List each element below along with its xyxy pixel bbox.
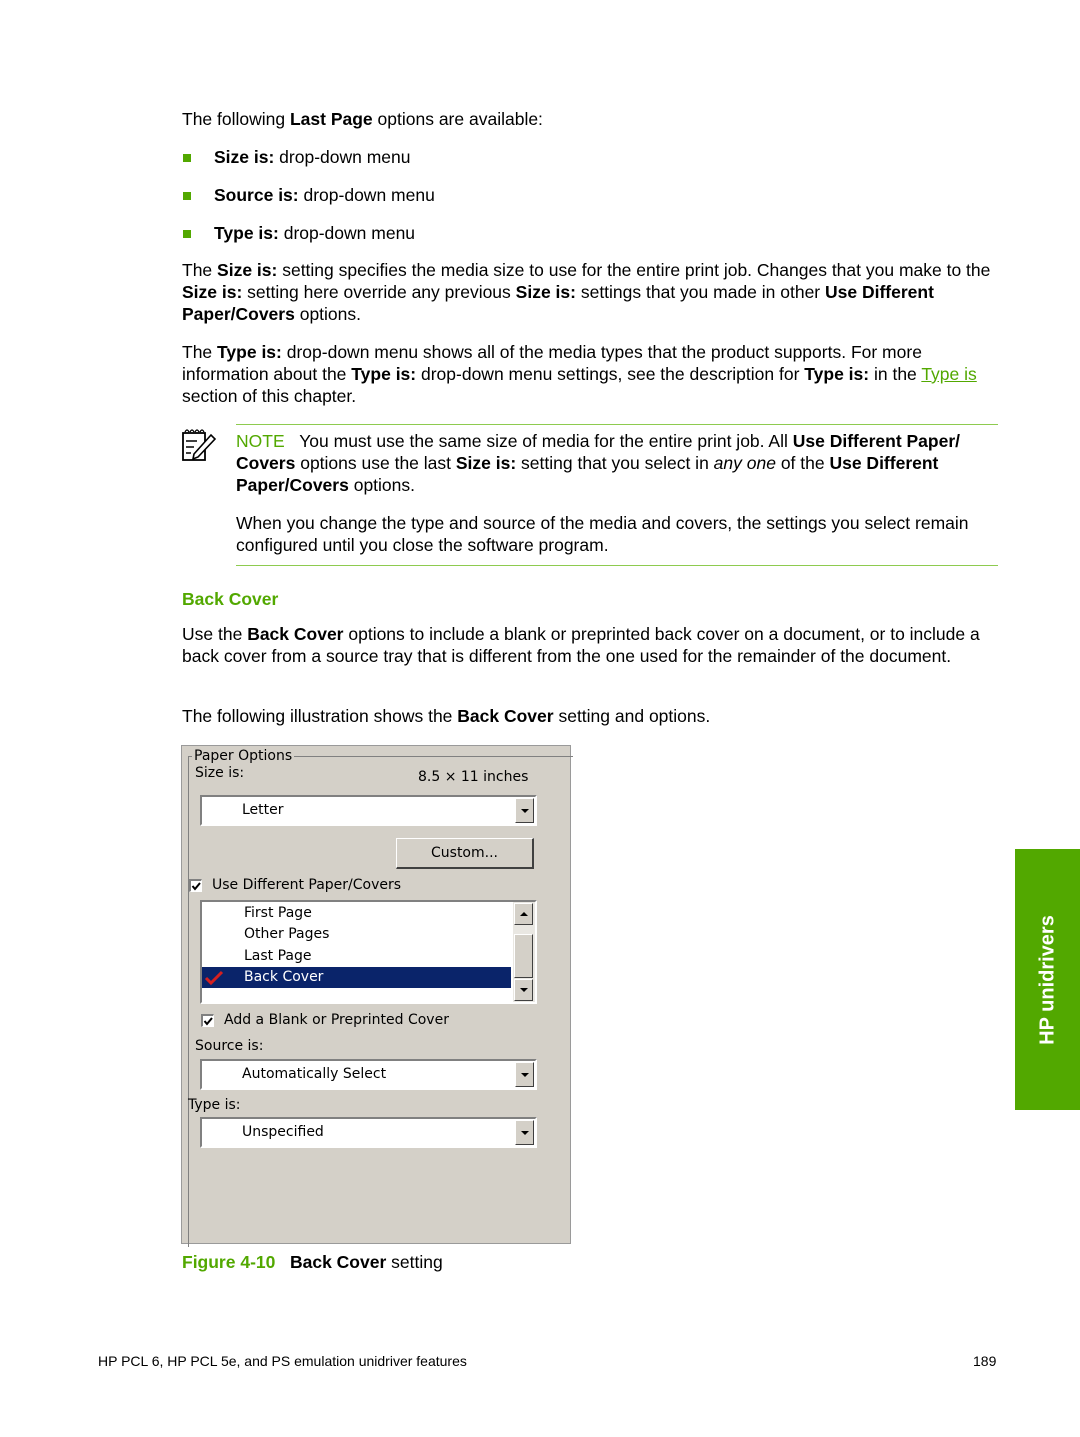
list-item: Size is: drop-down menu <box>214 147 411 167</box>
use-different-label: Use Different Paper/Covers <box>212 877 402 893</box>
size-paragraph: The Size is: setting specifies the media… <box>182 260 991 324</box>
page-number: 189 <box>973 1353 997 1369</box>
group-label: Paper Options <box>192 748 295 764</box>
type-label: Type is: <box>188 1097 241 1113</box>
note-second-paragraph: When you change the type and source of t… <box>236 513 969 555</box>
list-scrollbar[interactable] <box>513 902 535 1002</box>
chapter-side-tab: HP unidrivers <box>1015 849 1080 1110</box>
note-text: NOTE You must use the same size of media… <box>236 431 961 495</box>
list-item-last-page[interactable]: Last Page <box>202 946 511 967</box>
note-bottom-divider <box>236 565 998 566</box>
list-item-back-cover[interactable]: Back Cover <box>202 967 511 988</box>
scroll-thumb[interactable] <box>514 934 533 978</box>
custom-button[interactable]: Custom... <box>396 838 534 869</box>
figure-caption: Figure 4-10 Back Cover setting <box>182 1252 443 1272</box>
footer-title: HP PCL 6, HP PCL 5e, and PS emulation un… <box>98 1353 467 1369</box>
add-cover-label: Add a Blank or Preprinted Cover <box>224 1012 449 1028</box>
list-item: Type is: drop-down menu <box>214 223 416 243</box>
size-label: Size is: <box>195 765 245 781</box>
page-types-list[interactable]: First Page Other Pages Last Page Back Co… <box>200 900 537 1004</box>
list-item: Source is: drop-down menu <box>214 185 435 205</box>
list-item-other-pages[interactable]: Other Pages <box>202 924 511 945</box>
red-checkmark-icon <box>204 970 224 985</box>
list-item-first-page[interactable]: First Page <box>202 903 511 924</box>
type-paragraph: The Type is: drop-down menu shows all of… <box>182 342 977 406</box>
size-dimensions: 8.5 × 11 inches <box>418 769 529 785</box>
paper-options-dialog: Paper Options Size is: 8.5 × 11 inches L… <box>181 745 573 1247</box>
add-cover-checkbox[interactable] <box>201 1014 214 1027</box>
type-dropdown-arrow[interactable] <box>515 1120 534 1145</box>
figure-number: Figure 4-10 <box>182 1252 276 1272</box>
chevron-down-icon <box>521 809 529 813</box>
bullet-square-icon <box>183 230 191 238</box>
type-is-link[interactable]: Type is <box>921 364 976 384</box>
size-dropdown[interactable]: Letter <box>200 795 537 826</box>
side-tab-label: HP unidrivers <box>1036 914 1058 1045</box>
source-dropdown[interactable]: Automatically Select <box>200 1059 537 1090</box>
bullet-square-icon <box>183 192 191 200</box>
chevron-down-icon <box>521 1073 529 1077</box>
source-dropdown-arrow[interactable] <box>515 1062 534 1087</box>
note-top-divider <box>236 424 998 425</box>
intro-text: The following Last Page options are avai… <box>182 109 543 129</box>
size-dropdown-arrow[interactable] <box>515 798 534 823</box>
source-label: Source is: <box>195 1038 264 1054</box>
scroll-up-button[interactable] <box>514 903 533 925</box>
chevron-down-icon <box>521 1131 529 1135</box>
use-different-checkbox[interactable] <box>189 879 202 892</box>
scroll-down-button[interactable] <box>514 979 533 1001</box>
bullet-square-icon <box>183 154 191 162</box>
back-cover-paragraph: Use the Back Cover options to include a … <box>182 624 980 666</box>
note-label: NOTE <box>236 431 285 451</box>
type-dropdown[interactable]: Unspecified <box>200 1117 537 1148</box>
arrow-up-icon <box>520 912 528 916</box>
illustration-intro: The following illustration shows the Bac… <box>182 706 711 726</box>
note-pencil-icon <box>180 426 218 464</box>
section-heading: Back Cover <box>182 589 279 609</box>
arrow-down-icon <box>520 988 528 992</box>
